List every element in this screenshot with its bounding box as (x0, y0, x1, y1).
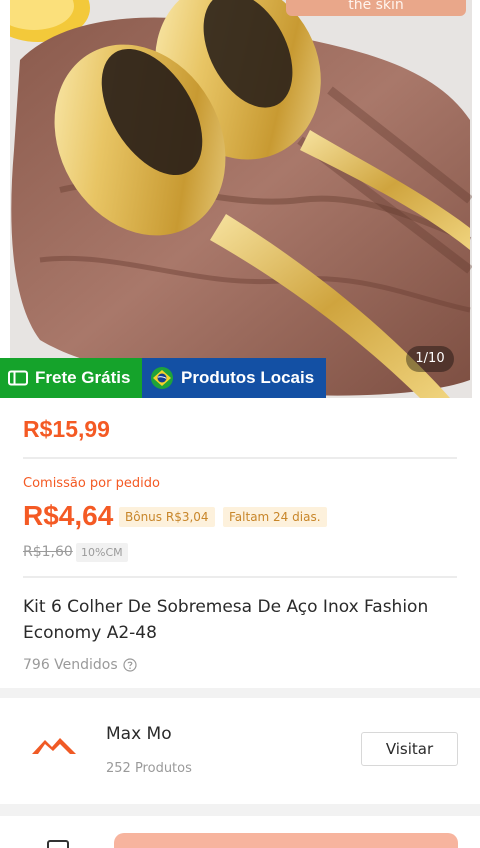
old-commission: R$1,60 (23, 544, 73, 560)
divider (23, 457, 457, 459)
image-caption-chip: the skin (286, 0, 466, 16)
product-price: R$15,99 (23, 416, 110, 442)
truck-icon (8, 370, 28, 386)
product-title: Kit 6 Colher De Sobremesa De Aço Inox Fa… (23, 597, 429, 643)
divider (23, 576, 457, 578)
commission-label: Comissão por pedido (23, 476, 160, 491)
bonus-badge: Bônus R$3,04 (119, 507, 215, 527)
bottom-action-bar (0, 816, 480, 848)
mountain-logo-icon (30, 734, 78, 762)
days-left-badge: Faltam 24 dias. (223, 507, 327, 527)
shop-products-count: 252 Produtos (106, 761, 192, 776)
commission-rate-badge: 10%CM (76, 543, 128, 562)
local-products-label: Produtos Locais (181, 368, 315, 387)
sold-count: 796 Vendidos (23, 657, 137, 673)
visit-shop-button[interactable]: Visitar (361, 732, 458, 766)
image-frame-right (472, 0, 480, 398)
brazil-flag-icon (150, 366, 174, 390)
primary-action-button[interactable] (114, 833, 458, 848)
shop-name: Max Mo (106, 724, 172, 744)
free-shipping-badge: Frete Grátis (0, 358, 142, 398)
image-frame-left (0, 0, 10, 398)
product-image-carousel[interactable]: the skin 1/10 (0, 0, 480, 398)
product-photo (0, 0, 480, 398)
product-page: the skin 1/10 Frete Grátis Produtos Loca… (0, 0, 480, 848)
local-products-badge: Produtos Locais (142, 358, 326, 398)
product-badges: Frete Grátis Produtos Locais (0, 358, 326, 398)
chat-icon[interactable] (47, 840, 69, 848)
image-counter: 1/10 (406, 346, 454, 372)
free-shipping-label: Frete Grátis (35, 368, 131, 387)
shop-card[interactable]: Max Mo 252 Produtos Visitar (0, 698, 480, 804)
sold-count-label: 796 Vendidos (23, 657, 118, 673)
commission-value: R$4,64 (23, 500, 114, 531)
price-card: R$15,99 Comissão por pedido R$4,64 Bônus… (0, 398, 480, 688)
question-circle-icon[interactable] (123, 658, 137, 672)
